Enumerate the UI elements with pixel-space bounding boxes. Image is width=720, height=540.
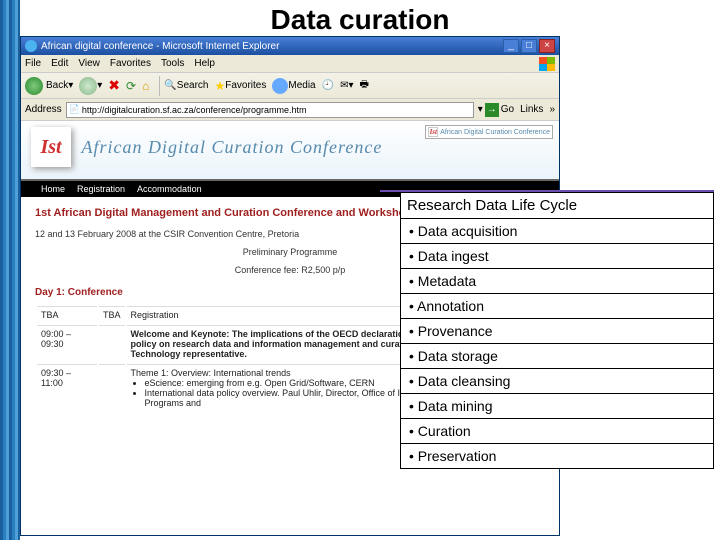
search-label: Search — [177, 80, 209, 91]
media-label: Media — [288, 80, 315, 91]
mini-title: African Digital Curation Conference — [440, 129, 550, 136]
stop-button[interactable]: ✖ — [108, 77, 120, 94]
callout-item: • Data storage — [401, 344, 713, 369]
address-bar: Address 📄 http://digitalcuration.sf.ac.z… — [21, 99, 559, 121]
cell-time: 09:30 – 11:00 — [37, 364, 97, 411]
menu-edit[interactable]: Edit — [51, 58, 68, 69]
menu-bar: File Edit View Favorites Tools Help — [21, 55, 559, 73]
banner-title: African Digital Curation Conference — [82, 137, 383, 158]
slide-deco-stripe — [0, 0, 20, 540]
links-label[interactable]: Links — [520, 104, 543, 115]
forward-button[interactable]: ▾ — [79, 77, 102, 95]
forward-icon — [79, 77, 97, 95]
nav-accommodation[interactable]: Accommodation — [137, 184, 202, 194]
maximize-button[interactable]: □ — [521, 39, 537, 53]
chevron-down-icon: ▾ — [97, 80, 102, 91]
refresh-button[interactable]: ⟳ — [126, 79, 136, 93]
callout-item: • Preservation — [401, 444, 713, 468]
menu-tools[interactable]: Tools — [161, 58, 184, 69]
minimize-button[interactable]: _ — [503, 39, 519, 53]
cell-time: TBA — [37, 306, 97, 323]
lifecycle-callout: Research Data Life Cycle • Data acquisit… — [400, 192, 714, 469]
favorites-label: Favorites — [225, 80, 266, 91]
go-button[interactable]: → — [485, 103, 499, 117]
callout-item: • Curation — [401, 419, 713, 444]
menu-favorites[interactable]: Favorites — [110, 58, 151, 69]
cell-time: 09:00 – 09:30 — [37, 325, 97, 362]
callout-item: • Annotation — [401, 294, 713, 319]
slide-title: Data curation — [0, 4, 720, 36]
page-icon: 📄 — [69, 104, 80, 115]
callout-item: • Data acquisition — [401, 219, 713, 244]
callout-item: • Provenance — [401, 319, 713, 344]
menu-file[interactable]: File — [25, 58, 41, 69]
callout-item: • Data ingest — [401, 244, 713, 269]
menu-view[interactable]: View — [78, 58, 100, 69]
home-button[interactable]: ⌂ — [142, 79, 149, 93]
favorites-button[interactable]: ★ Favorites — [214, 79, 266, 93]
close-button[interactable]: × — [539, 39, 555, 53]
browser-titlebar[interactable]: African digital conference - Microsoft I… — [21, 37, 559, 55]
chevron-down-icon[interactable]: ▾ — [478, 104, 483, 115]
history-button[interactable]: 🕘 — [322, 80, 334, 91]
search-icon: 🔍 — [164, 80, 176, 91]
callout-item: • Data cleansing — [401, 369, 713, 394]
conference-banner: Ist African Digital Curation Conference … — [21, 121, 559, 181]
address-url: http://digitalcuration.sf.ac.za/conferen… — [82, 105, 307, 115]
callout-item: • Metadata — [401, 269, 713, 294]
back-button[interactable]: Back ▾ — [25, 77, 73, 95]
back-icon — [25, 77, 43, 95]
window-title: African digital conference - Microsoft I… — [41, 41, 279, 52]
toolbar: Back ▾ ▾ ✖ ⟳ ⌂ 🔍 Search ★ Favorites Medi… — [21, 73, 559, 99]
banner-mini: Ist African Digital Curation Conference — [425, 125, 553, 139]
menu-help[interactable]: Help — [194, 58, 215, 69]
search-button[interactable]: 🔍 Search — [164, 80, 208, 91]
ie-icon — [25, 40, 37, 52]
banner-first-badge: Ist — [31, 127, 71, 167]
chevron-down-icon: ▾ — [68, 80, 73, 91]
address-input[interactable]: 📄 http://digitalcuration.sf.ac.za/confer… — [66, 102, 474, 118]
media-button[interactable]: Media — [272, 78, 315, 94]
back-label: Back — [46, 80, 68, 91]
mail-button[interactable]: ✉▾ — [340, 80, 353, 91]
windows-logo-icon — [539, 57, 555, 71]
callout-item: • Data mining — [401, 394, 713, 419]
address-label: Address — [25, 104, 62, 115]
chevron-right-icon: » — [549, 104, 555, 115]
nav-registration[interactable]: Registration — [77, 184, 125, 194]
star-icon: ★ — [214, 79, 225, 93]
callout-header: Research Data Life Cycle — [401, 193, 713, 219]
nav-home[interactable]: Home — [41, 184, 65, 194]
media-icon — [272, 78, 288, 94]
print-button[interactable]: 🖶 — [359, 77, 368, 94]
mini-first: Ist — [428, 127, 438, 137]
go-label: Go — [501, 104, 514, 115]
cell-extra: TBA — [99, 306, 125, 323]
